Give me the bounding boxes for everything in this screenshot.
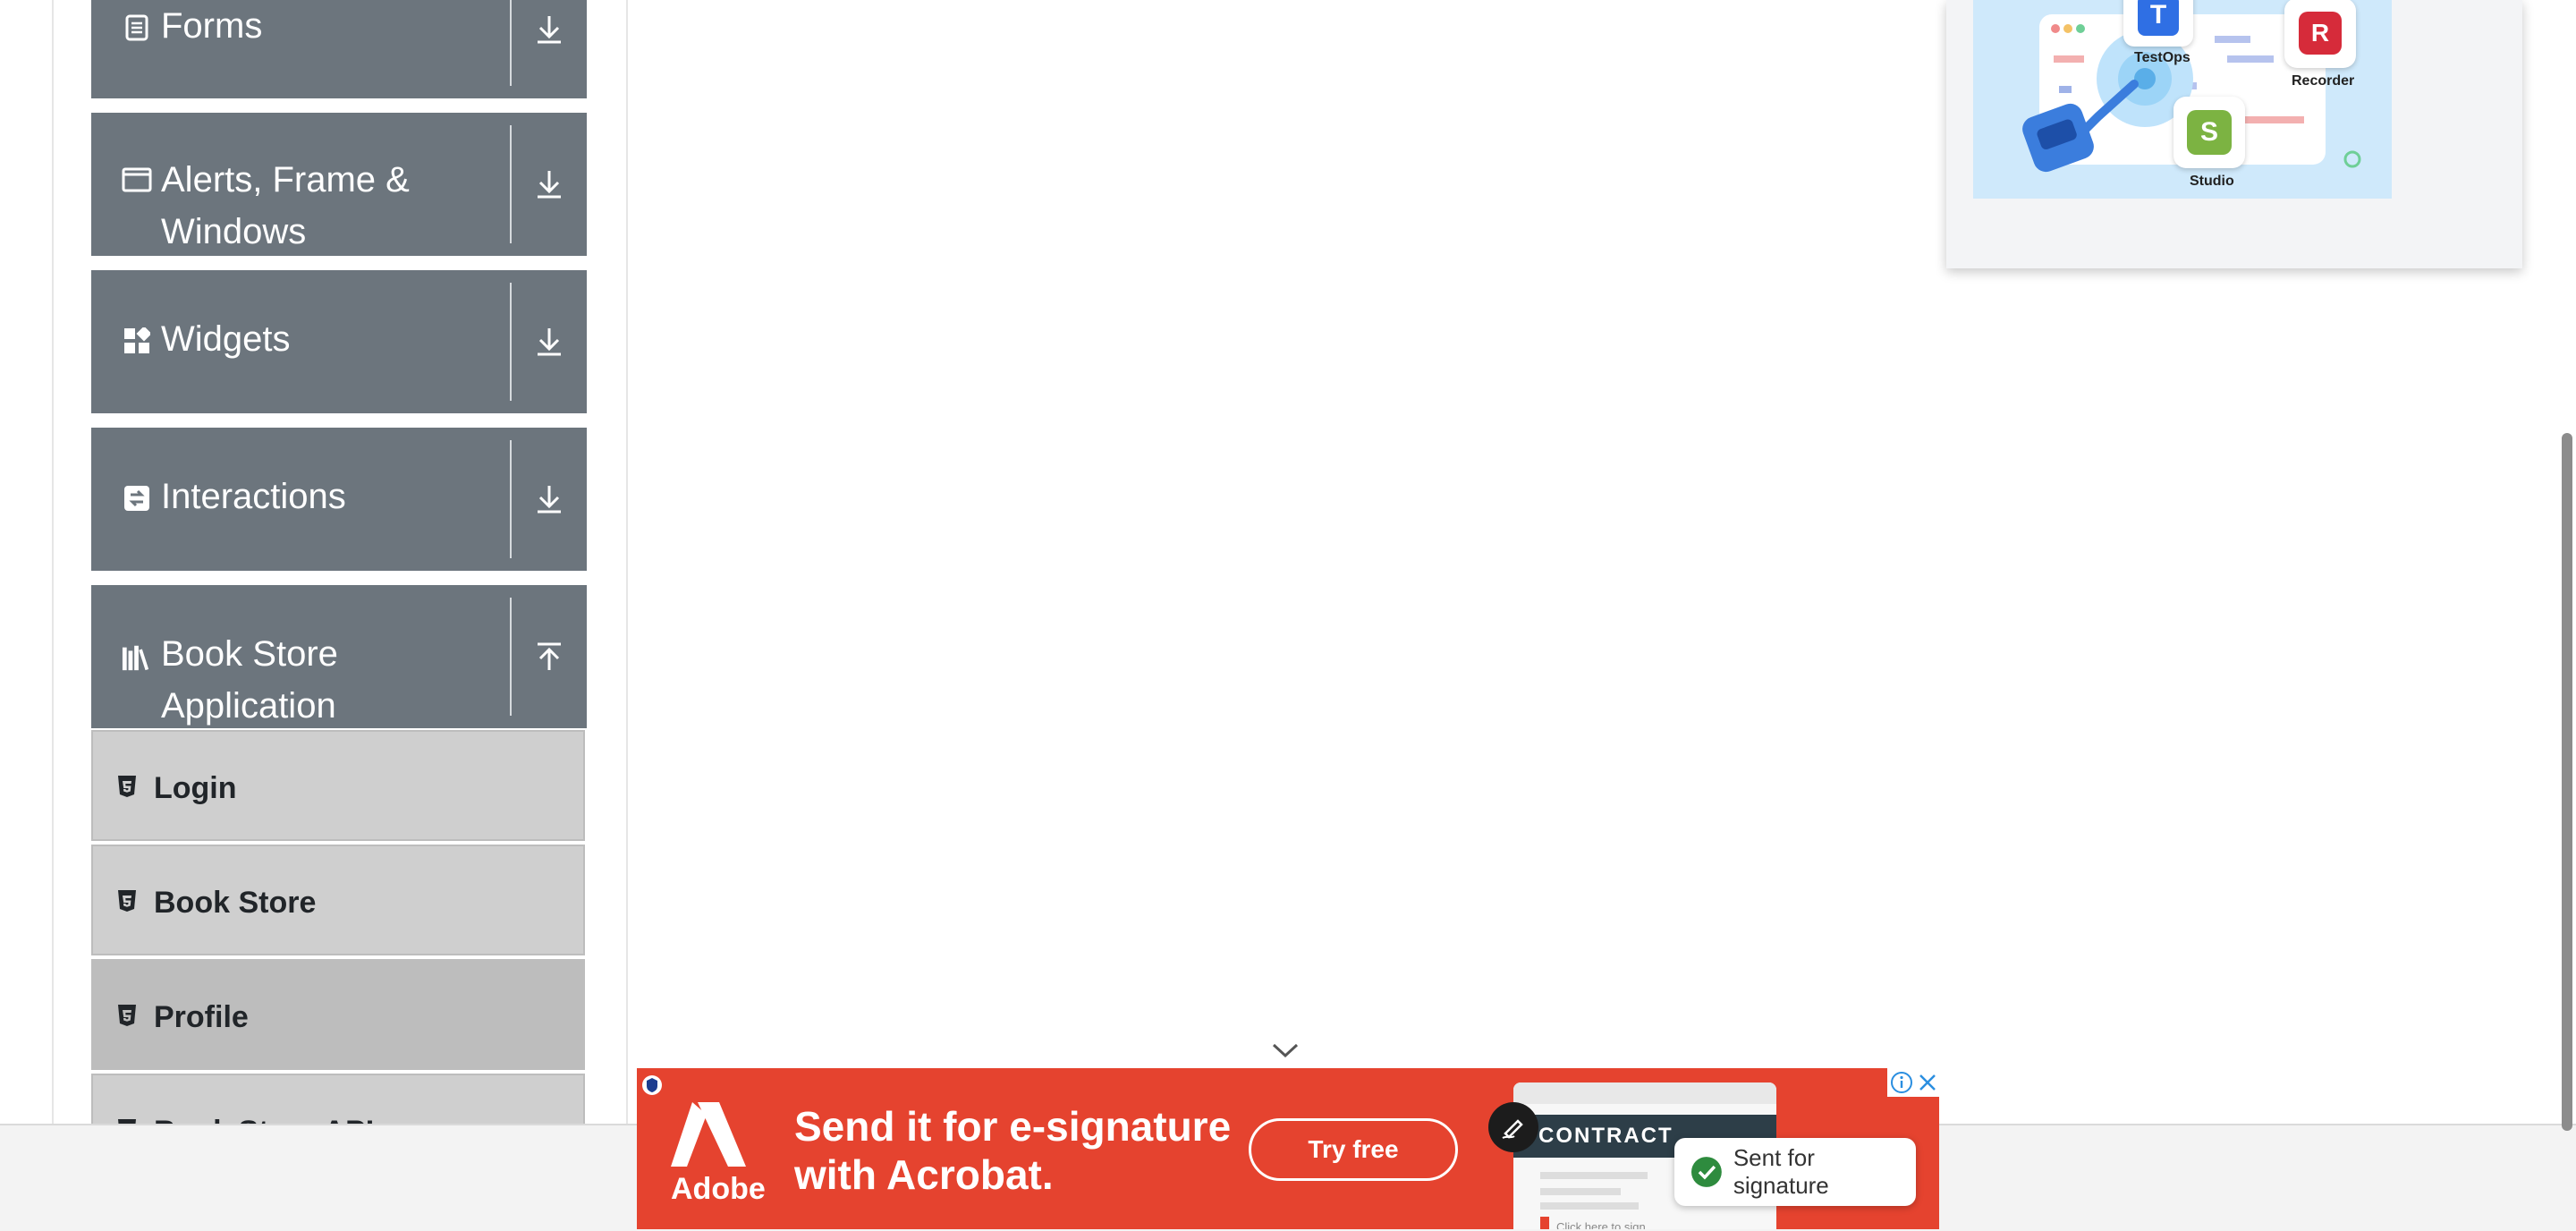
sent-for-signature-badge: Sent for signature [1674,1138,1916,1206]
group-title-interactions: Interactions [161,477,346,516]
left-border [52,0,54,1124]
contract-label: CONTRACT [1538,1124,1674,1148]
group-title-book-store-application: Book Store Application [161,634,338,726]
group-header-widgets[interactable]: Widgets [91,270,587,413]
ad-controls [1887,1068,1939,1097]
ad-headline-line1: Send it for e-signature [794,1103,1232,1150]
check-circle-icon [1690,1157,1722,1187]
group-header-forms[interactable]: Forms [91,0,587,98]
widgets-icon [122,326,152,356]
app-name-testops: TestOps [2134,50,2190,65]
signature-pen-icon [1488,1102,1538,1152]
ad-headline: Send it for e-signature with Acrobat. [794,1102,1231,1199]
studio-logo-icon: S [2187,110,2232,155]
group-title-alerts-frame-windows: Alerts, Frame & Windows [161,160,410,251]
menu-item-label: Profile [154,1000,249,1034]
page-scrollbar-thumb[interactable] [2562,433,2572,1131]
upload-arrow-icon[interactable] [512,585,587,728]
right-ad-card[interactable]: T TestOps R Recorder S Studio [1946,0,2522,268]
ad-headline-line2: with Acrobat. [794,1151,1054,1198]
interactions-icon [122,483,152,514]
window-icon [122,165,152,195]
group-header-alerts-frame-windows[interactable]: Alerts, Frame & Windows [91,113,587,256]
adobe-ad-banner[interactable]: Adobe Send it for e-signature with Acrob… [637,1068,1939,1229]
app-name-studio: Studio [2190,174,2234,189]
testops-logo-icon: T [2138,0,2179,36]
group-title-widgets: Widgets [161,319,291,359]
download-arrow-icon[interactable] [512,428,587,571]
download-arrow-icon[interactable] [512,270,587,413]
app-badge-recorder: R [2284,0,2356,68]
form-icon [122,13,152,43]
group-title-forms: Forms [161,6,263,46]
menu-item-label: Book Store [154,886,317,920]
adchoices-icon[interactable] [640,1074,664,1097]
app-name-recorder: Recorder [2292,73,2355,89]
adobe-logo-icon [671,1102,746,1167]
books-icon [122,642,152,673]
sidebar-border [626,0,628,1124]
group-header-interactions[interactable]: Interactions [91,428,587,571]
chevron-down-icon[interactable] [1270,1040,1301,1061]
download-arrow-icon[interactable] [512,113,587,256]
contract-sign-hint: Click here to sign [1556,1220,1646,1229]
recorder-logo-icon: R [2299,12,2342,55]
sent-badge-label: Sent for signature [1733,1144,1829,1199]
adobe-brand-label: Adobe [671,1172,766,1206]
menu-item-label: Login [154,771,237,805]
menu-item-login[interactable]: Login [91,730,585,841]
try-free-button[interactable]: Try free [1249,1118,1458,1181]
app-badge-studio: S [2174,97,2245,168]
info-icon[interactable] [1890,1071,1913,1094]
app-badge-testops: T [2123,0,2193,47]
group-header-book-store-application[interactable]: Book Store Application [91,585,587,728]
html5-icon [118,776,136,797]
download-arrow-icon[interactable] [512,0,587,59]
menu-item-book-store[interactable]: Book Store [91,845,585,955]
close-icon[interactable] [1918,1073,1937,1092]
menu-item-profile[interactable]: Profile [91,959,585,1070]
html5-icon [118,1005,136,1026]
html5-icon [118,890,136,912]
